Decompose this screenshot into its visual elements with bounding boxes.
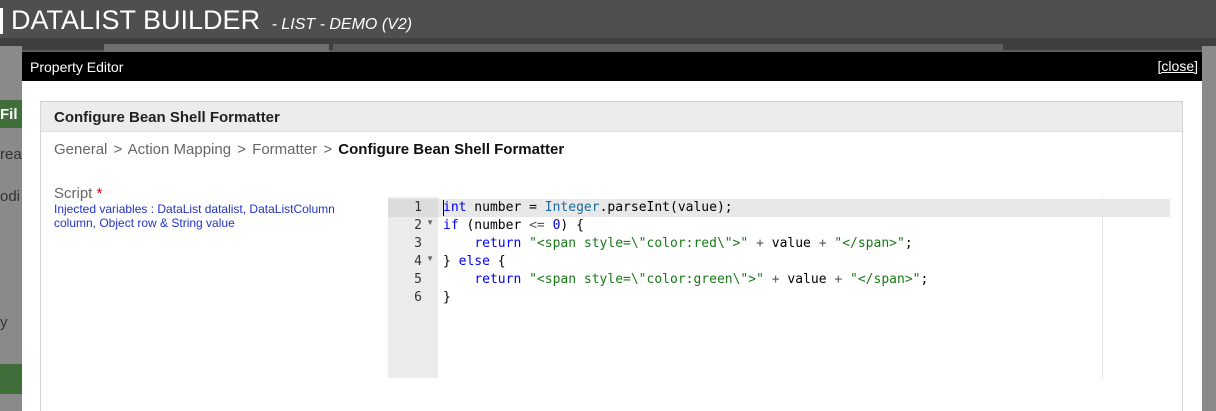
gutter-line: 6 [388,289,438,307]
gutter-line: 3 [388,235,438,253]
dialog-title: Property Editor [30,59,124,75]
code-text-area[interactable]: int number = Integer.parseInt(value); if… [438,197,1170,378]
line-number: 1 [414,200,422,215]
breadcrumb-separator: > [237,141,246,158]
panel-header: Configure Bean Shell Formatter [41,102,1182,132]
print-margin [1102,197,1103,378]
app-title: DATALIST BUILDER - LIST - DEMO (V2) [11,5,412,36]
code-line[interactable]: return "<span style=\"color:green\">" + … [443,271,928,289]
required-mark: * [96,185,103,202]
app-subtitle: - LIST - DEMO (V2) [271,16,413,33]
code-line[interactable]: } [443,289,451,307]
bg-fragment: odi [0,188,21,205]
bg-green-block [0,364,22,394]
bg-fragment: y [0,314,8,331]
app-title-text: DATALIST BUILDER [11,5,261,35]
breadcrumb-separator: > [323,141,333,158]
breadcrumb-current: Configure Bean Shell Formatter [338,141,565,158]
background-sidebar: Fil rea odi y [0,46,22,411]
line-number: 5 [414,272,422,287]
line-number: 2 [414,218,422,233]
formatter-panel: Configure Bean Shell Formatter General >… [40,101,1183,411]
breadcrumb: General > Action Mapping > Formatter > C… [54,141,564,158]
breadcrumb-separator: > [113,141,123,158]
text-cursor [443,200,444,216]
script-code-editor[interactable]: 1 2 ▼ 3 4 ▼ 5 6 int number = Integer.par… [388,197,1170,378]
breadcrumb-action-mapping[interactable]: Action Mapping [128,141,231,158]
injected-variables-hint: Injected variables : DataList datalist, … [54,202,335,230]
code-line[interactable]: } else { [443,253,506,271]
code-line[interactable]: if (number <= 0) { [443,217,584,235]
code-line[interactable]: int number = Integer.parseInt(value); [443,199,733,217]
app-tab[interactable] [333,44,1003,52]
close-button[interactable]: [close] [1158,58,1198,74]
background-right-strip [1202,46,1216,411]
fold-arrow-icon[interactable]: ▼ [426,218,434,227]
line-number: 6 [414,290,422,305]
dialog-titlebar[interactable]: Property Editor [close] [22,52,1202,81]
bg-fragment: rea [0,146,22,163]
header-marker [0,8,3,34]
breadcrumb-formatter[interactable]: Formatter [252,141,317,158]
editor-gutter: 1 2 ▼ 3 4 ▼ 5 6 [388,197,438,378]
app-tab[interactable] [104,44,329,52]
gutter-line: 2 ▼ [388,217,438,235]
breadcrumb-general[interactable]: General [54,141,107,158]
gutter-line: 1 [388,199,438,217]
bg-filter-tab: Fil [0,100,22,128]
line-number: 4 [414,254,422,269]
code-line[interactable]: return "<span style=\"color:red\">" + va… [443,235,912,253]
gutter-line: 4 ▼ [388,253,438,271]
script-label: Script * [54,185,102,202]
gutter-line: 5 [388,271,438,289]
fold-arrow-icon[interactable]: ▼ [426,254,434,263]
property-editor-dialog: Property Editor [close] Configure Bean S… [22,52,1202,411]
app-tab-strip [0,38,1216,52]
line-number: 3 [414,236,422,251]
script-label-text: Script [54,185,93,202]
panel-title: Configure Bean Shell Formatter [54,109,280,126]
